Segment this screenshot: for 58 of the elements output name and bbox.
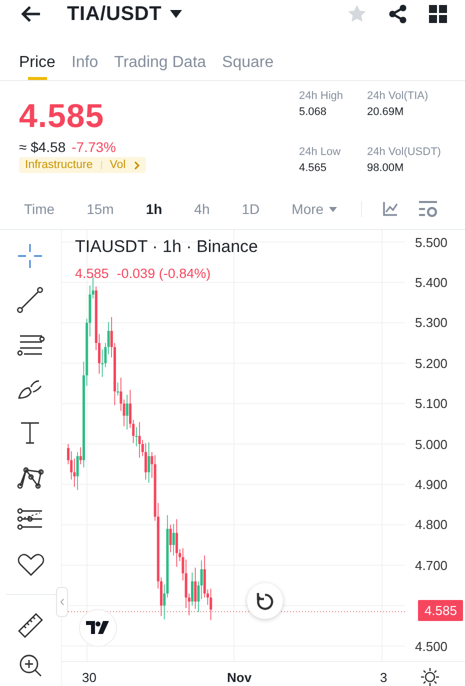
pair-title[interactable]: TIA/USDT xyxy=(67,2,162,26)
tag-label: Vol xyxy=(110,159,126,171)
stat-value: 20.69M xyxy=(367,106,405,118)
price-axis-label: 5.300 xyxy=(414,315,449,330)
usd-price: ≈ $4.58 xyxy=(19,139,66,155)
interval-tab[interactable]: 1D xyxy=(242,201,260,217)
price-axis-label: 4.800 xyxy=(414,517,449,532)
indicator-chart-icon[interactable] xyxy=(382,201,398,217)
stat-value: 98.00M xyxy=(367,162,405,174)
category-tag[interactable]: Infrastructure Vol xyxy=(19,157,146,173)
logo-icon xyxy=(86,621,110,635)
settings-icon[interactable] xyxy=(421,668,439,686)
zoom-in-icon[interactable] xyxy=(18,653,44,679)
stat-label: 24h Low xyxy=(299,146,342,158)
share-icon[interactable] xyxy=(388,4,408,24)
interval-tab[interactable]: 1h xyxy=(146,201,162,217)
star-icon[interactable] xyxy=(347,4,367,24)
time-axis-label: Nov xyxy=(227,670,252,685)
reset-button[interactable] xyxy=(247,583,283,619)
more-dropdown[interactable]: More xyxy=(292,201,337,217)
tab[interactable]: Info xyxy=(71,46,98,80)
tag-label: Infrastructure xyxy=(25,159,93,171)
chevron-left-icon xyxy=(60,598,64,606)
interval-tab[interactable]: 4h xyxy=(194,201,210,217)
stat-label: 24h High xyxy=(299,90,344,102)
reset-icon xyxy=(255,591,275,611)
ohlc-last: 4.585 xyxy=(75,266,109,281)
last-price-tag: 4.585 xyxy=(418,600,463,621)
interval-tab[interactable]: Time xyxy=(24,201,55,217)
tab[interactable]: Trading Data xyxy=(114,46,206,80)
stat-label: 24h Vol(USDT) xyxy=(367,146,442,158)
last-price: 4.585 xyxy=(19,97,104,135)
price-axis-label: 4.700 xyxy=(414,558,449,573)
caret-down-icon[interactable] xyxy=(170,10,182,18)
price-axis-label: 5.000 xyxy=(414,436,449,452)
logo-badge[interactable] xyxy=(79,609,117,647)
time-axis-label: 3 xyxy=(380,670,388,685)
price-axis-label: 5.200 xyxy=(414,356,449,371)
trend-line-icon[interactable] xyxy=(16,286,46,316)
price-change: -7.73% xyxy=(72,139,116,155)
price-axis-label: 5.400 xyxy=(414,275,449,290)
time-axis-label: 30 xyxy=(82,670,96,685)
stat-value: 4.565 xyxy=(299,162,328,174)
price-axis-label: 5.100 xyxy=(414,396,449,412)
grid-icon[interactable] xyxy=(429,5,447,23)
price-axis-label: 5.500 xyxy=(414,234,449,250)
chart-settings-icon[interactable] xyxy=(418,200,438,218)
collapse-handle[interactable] xyxy=(56,587,68,617)
price-axis-label: 4.900 xyxy=(414,477,449,492)
tab[interactable]: Square xyxy=(222,46,274,80)
chart-title: TIAUSDT · 1h · Binance xyxy=(75,237,258,257)
tab[interactable]: Price xyxy=(19,46,56,80)
stat-value: 5.068 xyxy=(299,106,328,118)
interval-tab[interactable]: 15m xyxy=(86,201,114,217)
stat-label: 24h Vol(TIA) xyxy=(367,90,430,102)
ohlc-change: -0.039 (-0.84%) xyxy=(116,266,211,281)
chevron-right-icon xyxy=(134,160,140,170)
price-axis-label: 4.500 xyxy=(414,638,449,654)
